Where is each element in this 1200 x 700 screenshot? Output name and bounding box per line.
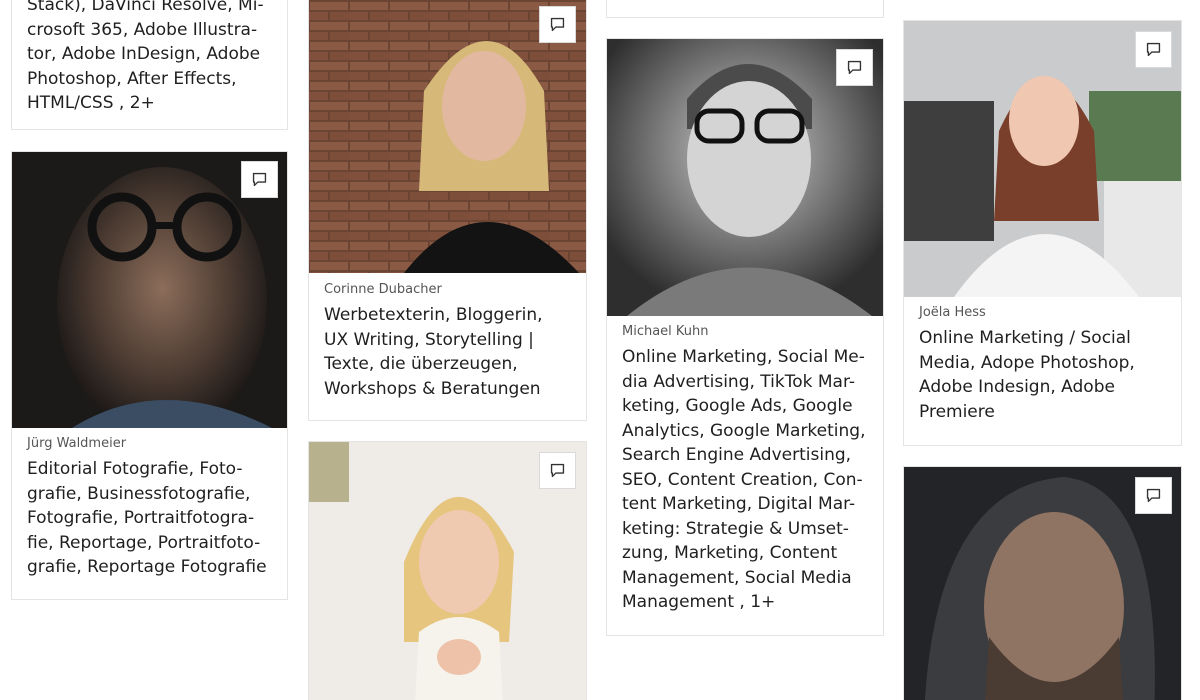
message-button[interactable] bbox=[1135, 31, 1172, 68]
card-skills: Online Marketing, Social Me- dia Adverti… bbox=[622, 347, 866, 612]
profile-card-joela-hess[interactable]: Joëla Hess Online Marketing / Social Med… bbox=[903, 20, 1182, 446]
profile-card-blonde-woman[interactable] bbox=[308, 441, 587, 700]
card-skills: Werbetexterin, Bloggerin, UX Writing, St… bbox=[324, 305, 543, 399]
card-skills: Stack), DaVinci Resolve, Mi- crosoft 365… bbox=[27, 0, 264, 113]
card-name: Joëla Hess bbox=[919, 305, 986, 320]
profile-card-bearded-man[interactable] bbox=[903, 466, 1182, 700]
chat-bubble-icon bbox=[847, 60, 862, 75]
profile-card-top-left[interactable]: Stack), DaVinci Resolve, Mi- crosoft 365… bbox=[11, 0, 288, 130]
message-button[interactable] bbox=[539, 6, 576, 43]
message-button[interactable] bbox=[539, 452, 576, 489]
card-name: Jürg Waldmeier bbox=[27, 436, 127, 451]
profile-card-corinne-dubacher[interactable]: Corinne Dubacher Werbetexterin, Bloggeri… bbox=[308, 0, 587, 421]
message-button[interactable] bbox=[1135, 477, 1172, 514]
chat-bubble-icon bbox=[252, 172, 267, 187]
card-name: Corinne Dubacher bbox=[324, 282, 442, 297]
message-button[interactable] bbox=[836, 49, 873, 86]
chat-bubble-icon bbox=[550, 463, 565, 478]
chat-bubble-icon bbox=[1146, 42, 1161, 57]
message-button[interactable] bbox=[241, 161, 278, 198]
card-skills: Editorial Fotografie, Foto- grafie, Busi… bbox=[27, 459, 267, 577]
chat-bubble-icon bbox=[1146, 488, 1161, 503]
profile-card-michael-kuhn[interactable]: Michael Kuhn Online Marketing, Social Me… bbox=[606, 38, 884, 636]
chat-bubble-icon bbox=[550, 17, 565, 32]
card-name: Michael Kuhn bbox=[622, 324, 709, 339]
profile-card-jurg-waldmeier[interactable]: Jürg Waldmeier Editorial Fotografie, Fot… bbox=[11, 151, 288, 600]
profile-card-top-middle[interactable] bbox=[606, 0, 884, 18]
card-skills: Online Marketing / Social Media, Adope P… bbox=[919, 328, 1135, 422]
